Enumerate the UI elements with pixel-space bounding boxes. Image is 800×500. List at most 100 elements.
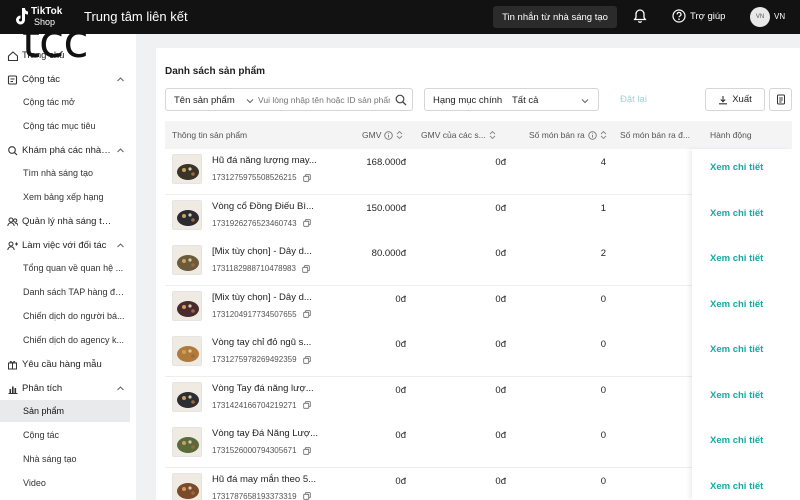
sort-icon[interactable] (396, 130, 403, 140)
view-details-link[interactable]: Xem chi tiết (710, 299, 763, 310)
product-name[interactable]: Vòng tay Đá Năng Lượ... (212, 428, 318, 439)
sort-icon[interactable] (489, 130, 496, 140)
product-id: 1731182988710478983 (212, 264, 310, 273)
view-details-link[interactable]: Xem chi tiết (710, 435, 763, 446)
sidebar-item-14[interactable]: Phân tích (0, 377, 136, 399)
gmv-value: 0đ (395, 384, 406, 396)
col-items-sold[interactable]: Số món bán ra (529, 130, 607, 140)
sidebar-subitem-label: Chiến dịch do người bá... (23, 311, 125, 321)
col-gmv-creators[interactable]: GMV của các s... (421, 130, 496, 140)
items-sold-value: 0 (600, 293, 606, 305)
items-sold-value: 0 (600, 384, 606, 396)
product-thumbnail[interactable] (172, 472, 202, 500)
sidebar-subitem-10[interactable]: Danh sách TAP hàng đầu (0, 281, 130, 303)
chevron-down-icon[interactable] (581, 97, 589, 105)
product-id: 1731204917734507655 (212, 310, 311, 319)
copy-icon[interactable] (302, 401, 311, 409)
sidebar-item-8[interactable]: Làm việc với đối tác (0, 234, 136, 256)
sidebar-subitem-5[interactable]: Tìm nhà sáng tạo (0, 162, 130, 184)
product-name[interactable]: Hũ đá may mắn theo 5... (212, 474, 316, 485)
search-icon[interactable] (395, 94, 407, 106)
chevron-up-icon[interactable] (116, 384, 125, 393)
copy-icon[interactable] (302, 310, 311, 318)
product-thumbnail[interactable] (172, 381, 202, 412)
product-image (173, 246, 201, 274)
gmv-value: 0đ (395, 293, 406, 305)
sidebar-item-13[interactable]: Yêu cầu hàng mẫu (0, 353, 136, 375)
product-name[interactable]: Vòng tay chỉ đỏ ngũ s... (212, 337, 311, 348)
chevron-up-icon[interactable] (116, 75, 125, 84)
gmv-creators-value: 0đ (495, 157, 506, 168)
info-icon[interactable] (588, 130, 597, 140)
sidebar-subitem-16[interactable]: Cộng tác (0, 424, 130, 446)
sort-icon[interactable] (600, 130, 607, 140)
product-thumbnail[interactable] (172, 154, 202, 184)
sidebar-subitem-label: Xem bảng xếp hạng (23, 192, 104, 202)
view-details-link[interactable]: Xem chi tiết (710, 162, 763, 173)
copy-icon[interactable] (302, 219, 311, 227)
sidebar-subitem-label: Cộng tác mục tiêu (23, 121, 96, 131)
product-name[interactable]: Hũ đá năng lượng may... (212, 155, 317, 166)
product-name[interactable]: Vòng Tay đá năng lượ... (212, 383, 314, 394)
col-items-sold-2[interactable]: Số món bán ra đ... (620, 130, 690, 140)
sidebar-subitem-label: Video (23, 478, 46, 488)
product-thumbnail[interactable] (172, 245, 202, 275)
view-details-link[interactable]: Xem chi tiết (710, 481, 763, 492)
copy-icon[interactable] (302, 173, 311, 182)
creator-messages-button[interactable]: Tin nhắn từ nhà sáng tạo (493, 6, 617, 28)
help-link[interactable]: Trợ giúp (672, 9, 725, 23)
product-thumbnail[interactable] (172, 199, 202, 230)
reset-button[interactable]: Đặt lại (620, 94, 647, 105)
help-icon (672, 9, 686, 23)
sidebar-subitem-11[interactable]: Chiến dịch do người bá... (0, 305, 130, 327)
view-details-link[interactable]: Xem chi tiết (710, 344, 763, 355)
copy-icon[interactable] (302, 355, 311, 364)
product-thumbnail[interactable] (172, 336, 202, 366)
sidebar-subitem-15[interactable]: Sản phẩm (0, 400, 130, 422)
users-icon (7, 217, 18, 226)
product-search[interactable]: Tên sản phẩm (165, 88, 413, 111)
items-sold-value: 1 (600, 202, 606, 214)
chevron-up-icon[interactable] (116, 241, 125, 250)
sidebar-subitem-17[interactable]: Nhà sáng tạo (0, 448, 130, 470)
sidebar-subitem-9[interactable]: Tổng quan về quan hệ ... (0, 257, 130, 279)
sidebar-item-7[interactable]: Quản lý nhà sáng tạo (0, 210, 136, 232)
copy-icon[interactable] (302, 492, 311, 500)
category-select[interactable]: Hạng mục chính Tất cả (424, 88, 599, 111)
info-icon[interactable] (384, 130, 394, 140)
copy-icon[interactable] (302, 446, 311, 455)
sidebar-subitem-18[interactable]: Video (0, 472, 130, 494)
search-input[interactable] (258, 93, 390, 107)
col-gmv[interactable]: GMV (362, 130, 403, 140)
search-field-select[interactable]: Tên sản phẩm (174, 95, 235, 106)
gmv-value: 0đ (395, 339, 406, 350)
sidebar-item-label: Yêu cầu hàng mẫu (22, 358, 102, 370)
copy-icon[interactable] (302, 264, 310, 273)
table-header: Thông tin sản phẩm GMV GMV của các s... … (165, 121, 792, 149)
bell-icon[interactable] (632, 8, 648, 24)
chevron-down-icon[interactable] (246, 97, 254, 105)
product-id: 1731526000794305671 (212, 446, 311, 455)
export-button[interactable]: Xuất (705, 88, 765, 111)
chevron-up-icon[interactable] (116, 146, 125, 155)
account-label[interactable]: VN (774, 12, 785, 21)
product-name[interactable]: Vòng cổ Đồng Điếu Bì... (212, 201, 314, 212)
sidebar-subitem-12[interactable]: Chiến dịch do agency k... (0, 329, 130, 351)
product-name[interactable]: [Mix tùy chọn] - Dây d... (212, 246, 312, 257)
sidebar-subitem-6[interactable]: Xem bảng xếp hạng (0, 186, 130, 208)
product-image (173, 200, 201, 229)
sidebar-subitem-3[interactable]: Cộng tác mục tiêu (0, 115, 130, 137)
avatar[interactable]: VN (750, 7, 770, 27)
sidebar-subitem-2[interactable]: Cộng tác mở (0, 91, 130, 113)
help-label: Trợ giúp (690, 10, 726, 22)
view-details-link[interactable]: Xem chi tiết (710, 390, 763, 401)
view-details-link[interactable]: Xem chi tiết (710, 208, 763, 219)
product-thumbnail[interactable] (172, 290, 202, 321)
sidebar-item-4[interactable]: Khám phá các nhà s... (0, 139, 136, 161)
product-name[interactable]: [Mix tùy chọn] - Dây d... (212, 292, 312, 303)
product-thumbnail[interactable] (172, 427, 202, 457)
view-details-link[interactable]: Xem chi tiết (710, 253, 763, 264)
sidebar-item-1[interactable]: Cộng tác (0, 68, 136, 90)
document-button[interactable] (769, 88, 792, 111)
category-value[interactable]: Tất cả (512, 95, 538, 106)
